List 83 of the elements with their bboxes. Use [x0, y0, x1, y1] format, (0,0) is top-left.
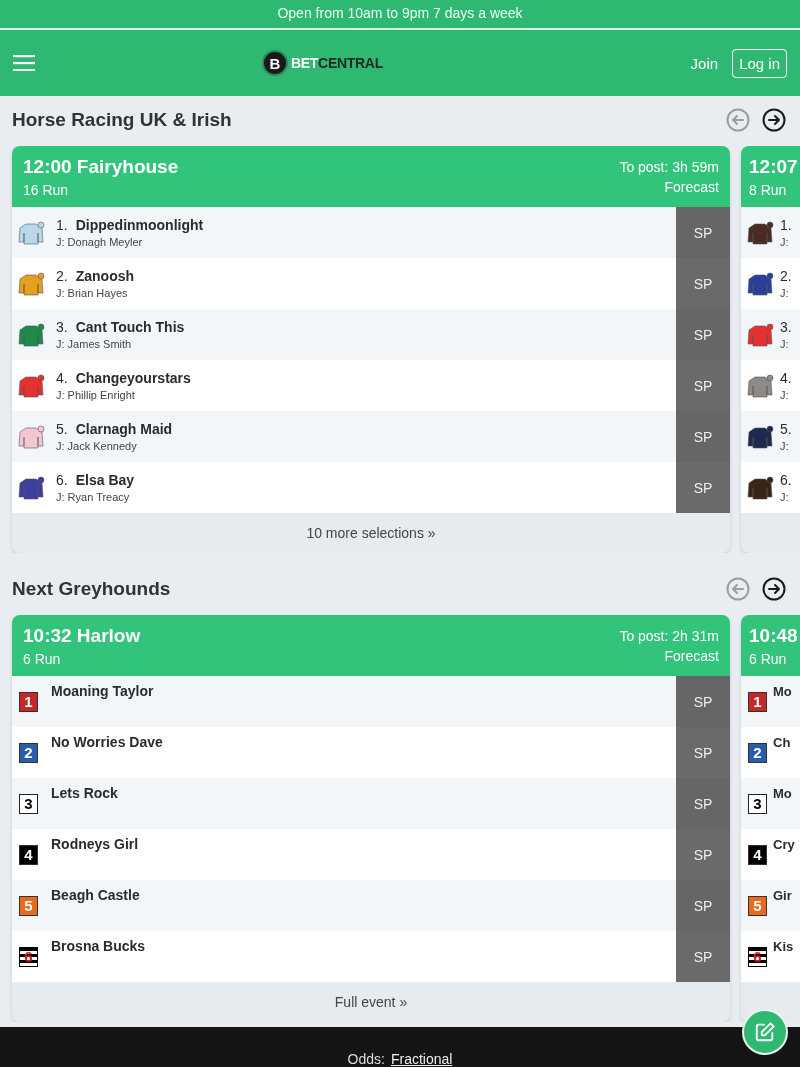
opening-hours-banner: Open from 10am to 9pm 7 days a week [0, 0, 800, 30]
more-selections-link[interactable]: 10 more selections » [306, 525, 436, 541]
logo-wordmark[interactable]: BETCENTRAL [291, 55, 383, 71]
price-button[interactable]: SP [676, 727, 730, 778]
section-title: Next Greyhounds [12, 578, 171, 600]
edit-icon [754, 1021, 776, 1043]
price-button[interactable]: SP [676, 676, 730, 727]
runner-number: 1. [56, 217, 68, 233]
price-button[interactable]: SP [676, 258, 730, 309]
runner-number: 4. [780, 370, 792, 386]
runner-name[interactable]: Mo [773, 786, 792, 801]
runner-name[interactable]: Ch [773, 735, 791, 750]
time-to-post: To post: 3h 59m [619, 158, 719, 175]
logo-mark[interactable]: B [262, 50, 288, 76]
runner-name[interactable]: Rodneys Girl [51, 836, 139, 852]
runner-name[interactable]: Moaning Taylor [51, 683, 154, 699]
odds-label: Odds: [347, 1051, 385, 1067]
odds-format-link[interactable]: Fractional [390, 1051, 453, 1067]
runner-name[interactable]: Lets Rock [51, 785, 118, 801]
runner-name[interactable]: Kis [773, 939, 794, 954]
price-button[interactable]: SP [676, 462, 730, 513]
runner-number: 4. [56, 370, 68, 386]
price-button[interactable]: SP [676, 207, 730, 258]
price-button[interactable]: SP [676, 829, 730, 880]
trap-number: 1 [748, 691, 767, 712]
runner-number: 6. [56, 472, 68, 488]
section-title: Horse Racing UK & Irish [12, 109, 232, 131]
jockey-name: J: Jack Kennedy [56, 440, 138, 452]
menu-icon[interactable] [13, 55, 35, 71]
runner-name[interactable]: Elsa Bay [75, 472, 135, 488]
jockey-name: J: [780, 287, 790, 299]
runner-count: 16 Run [23, 181, 70, 198]
runner-name[interactable]: Changeyourstars [75, 370, 191, 386]
trap-number: 2 [748, 742, 767, 763]
runner-count: 6 Run [23, 650, 62, 667]
runner-name[interactable]: Dippedinmoonlight [75, 217, 204, 233]
price-button[interactable]: SP [676, 309, 730, 360]
time-to-post: To post: 2h 31m [619, 627, 719, 644]
jockey-name: J: [780, 338, 790, 350]
jockey-name: J: [780, 440, 790, 452]
runner-name[interactable]: Clarnagh Maid [75, 421, 173, 437]
trap-number: 3 [748, 793, 767, 814]
runner-number: 2. [56, 268, 68, 284]
price-button[interactable]: SP [676, 360, 730, 411]
price-button[interactable]: SP [676, 931, 730, 982]
runner-number: 5. [780, 421, 792, 437]
trap-number: 2 [19, 742, 38, 763]
trap-number: 4 [748, 844, 767, 865]
jockey-name: J: James Smith [56, 338, 133, 350]
runner-name[interactable]: Brosna Bucks [51, 938, 146, 954]
runner-number: 6. [780, 472, 792, 488]
trap-number: 5 [748, 895, 767, 916]
runner-name[interactable]: Cant Touch This [75, 319, 185, 335]
jockey-name: J: Phillip Enright [56, 389, 136, 401]
price-button[interactable]: SP [676, 880, 730, 931]
trap-number: 6 [748, 946, 767, 967]
runner-name[interactable]: No Worries Dave [51, 734, 163, 750]
jockey-name: J: Ryan Treacy [56, 491, 131, 503]
runner-count: 6 Run [749, 650, 788, 667]
trap-number: 3 [19, 793, 38, 814]
runner-name[interactable]: Zanoosh [75, 268, 135, 284]
runner-number: 3. [780, 319, 792, 335]
trap-number: 6 [19, 946, 38, 967]
jockey-name: J: [780, 491, 790, 503]
jockey-name: J: Brian Hayes [56, 287, 129, 299]
runner-name[interactable]: Gir [773, 888, 792, 903]
price-button[interactable]: SP [676, 778, 730, 829]
jockey-name: J: [780, 236, 790, 248]
runner-count: 8 Run [749, 181, 788, 198]
runner-name[interactable]: Cry [773, 837, 795, 852]
trap-number: 1 [19, 691, 38, 712]
runner-number: 1. [780, 217, 792, 233]
runner-name[interactable]: Beagh Castle [51, 887, 140, 903]
runner-name[interactable]: Mo [773, 684, 792, 699]
runner-number: 3. [56, 319, 68, 335]
more-selections-link[interactable]: Full event » [334, 994, 408, 1010]
jockey-name: J: Donagh Meyler [56, 236, 144, 248]
runner-number: 5. [56, 421, 68, 437]
trap-number: 5 [19, 895, 38, 916]
runner-number: 2. [780, 268, 792, 284]
jockey-name: J: [780, 389, 790, 401]
trap-number: 4 [19, 844, 38, 865]
price-button[interactable]: SP [676, 411, 730, 462]
